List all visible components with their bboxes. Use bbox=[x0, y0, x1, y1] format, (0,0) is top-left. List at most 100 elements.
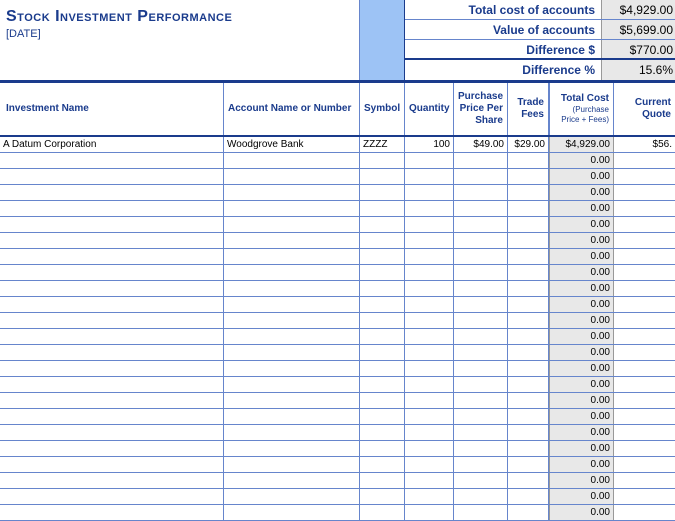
cell-c3[interactable] bbox=[360, 457, 405, 472]
cell-c1[interactable] bbox=[0, 457, 224, 472]
cell-c4[interactable] bbox=[405, 329, 454, 344]
cell-c3[interactable] bbox=[360, 281, 405, 296]
cell-c8[interactable] bbox=[614, 409, 675, 424]
cell-c4[interactable] bbox=[405, 409, 454, 424]
cell-c1[interactable]: A Datum Corporation bbox=[0, 137, 224, 152]
cell-c1[interactable] bbox=[0, 329, 224, 344]
cell-c4[interactable] bbox=[405, 377, 454, 392]
cell-c7[interactable]: 0.00 bbox=[549, 409, 614, 424]
cell-c2[interactable] bbox=[224, 201, 360, 216]
cell-c3[interactable]: ZZZZ bbox=[360, 137, 405, 152]
cell-c1[interactable] bbox=[0, 377, 224, 392]
table-row[interactable]: 0.00 bbox=[0, 185, 675, 201]
cell-c2[interactable] bbox=[224, 185, 360, 200]
cell-c4[interactable] bbox=[405, 201, 454, 216]
cell-c5[interactable] bbox=[454, 425, 508, 440]
table-row[interactable]: 0.00 bbox=[0, 249, 675, 265]
cell-c8[interactable] bbox=[614, 297, 675, 312]
cell-c3[interactable] bbox=[360, 489, 405, 504]
cell-c6[interactable] bbox=[508, 473, 549, 488]
cell-c3[interactable] bbox=[360, 169, 405, 184]
cell-c1[interactable] bbox=[0, 393, 224, 408]
cell-c2[interactable] bbox=[224, 361, 360, 376]
cell-c5[interactable] bbox=[454, 201, 508, 216]
cell-c6[interactable] bbox=[508, 329, 549, 344]
cell-c6[interactable] bbox=[508, 425, 549, 440]
cell-c3[interactable] bbox=[360, 409, 405, 424]
cell-c2[interactable] bbox=[224, 297, 360, 312]
cell-c7[interactable]: 0.00 bbox=[549, 489, 614, 504]
cell-c7[interactable]: 0.00 bbox=[549, 185, 614, 200]
cell-c8[interactable] bbox=[614, 425, 675, 440]
table-row[interactable]: 0.00 bbox=[0, 393, 675, 409]
cell-c8[interactable] bbox=[614, 329, 675, 344]
table-row[interactable]: 0.00 bbox=[0, 345, 675, 361]
cell-c1[interactable] bbox=[0, 473, 224, 488]
cell-c2[interactable] bbox=[224, 169, 360, 184]
cell-c6[interactable] bbox=[508, 505, 549, 520]
cell-c5[interactable] bbox=[454, 393, 508, 408]
cell-c5[interactable] bbox=[454, 441, 508, 456]
cell-c2[interactable] bbox=[224, 473, 360, 488]
cell-c5[interactable] bbox=[454, 153, 508, 168]
cell-c4[interactable] bbox=[405, 489, 454, 504]
cell-c8[interactable] bbox=[614, 153, 675, 168]
cell-c6[interactable] bbox=[508, 201, 549, 216]
cell-c8[interactable] bbox=[614, 169, 675, 184]
cell-c4[interactable] bbox=[405, 249, 454, 264]
cell-c1[interactable] bbox=[0, 345, 224, 360]
cell-c2[interactable] bbox=[224, 425, 360, 440]
cell-c5[interactable] bbox=[454, 473, 508, 488]
cell-c7[interactable]: $4,929.00 bbox=[549, 137, 614, 152]
cell-c4[interactable] bbox=[405, 153, 454, 168]
cell-c3[interactable] bbox=[360, 345, 405, 360]
cell-c3[interactable] bbox=[360, 393, 405, 408]
cell-c1[interactable] bbox=[0, 233, 224, 248]
cell-c7[interactable]: 0.00 bbox=[549, 377, 614, 392]
cell-c2[interactable] bbox=[224, 329, 360, 344]
cell-c4[interactable] bbox=[405, 281, 454, 296]
cell-c8[interactable] bbox=[614, 345, 675, 360]
table-row[interactable]: 0.00 bbox=[0, 169, 675, 185]
cell-c3[interactable] bbox=[360, 201, 405, 216]
cell-c8[interactable] bbox=[614, 377, 675, 392]
cell-c8[interactable]: $56. bbox=[614, 137, 675, 152]
cell-c4[interactable] bbox=[405, 441, 454, 456]
cell-c3[interactable] bbox=[360, 265, 405, 280]
cell-c5[interactable] bbox=[454, 297, 508, 312]
cell-c4[interactable] bbox=[405, 313, 454, 328]
cell-c1[interactable] bbox=[0, 489, 224, 504]
cell-c7[interactable]: 0.00 bbox=[549, 441, 614, 456]
cell-c2[interactable] bbox=[224, 233, 360, 248]
cell-c6[interactable] bbox=[508, 457, 549, 472]
cell-c2[interactable] bbox=[224, 457, 360, 472]
table-row[interactable]: 0.00 bbox=[0, 233, 675, 249]
cell-c6[interactable]: $29.00 bbox=[508, 137, 549, 152]
cell-c2[interactable] bbox=[224, 249, 360, 264]
cell-c6[interactable] bbox=[508, 345, 549, 360]
table-row[interactable]: 0.00 bbox=[0, 313, 675, 329]
cell-c6[interactable] bbox=[508, 153, 549, 168]
cell-c4[interactable] bbox=[405, 473, 454, 488]
cell-c1[interactable] bbox=[0, 185, 224, 200]
cell-c8[interactable] bbox=[614, 473, 675, 488]
cell-c2[interactable] bbox=[224, 265, 360, 280]
cell-c7[interactable]: 0.00 bbox=[549, 457, 614, 472]
table-row[interactable]: 0.00 bbox=[0, 457, 675, 473]
table-row[interactable]: 0.00 bbox=[0, 281, 675, 297]
cell-c7[interactable]: 0.00 bbox=[549, 281, 614, 296]
cell-c3[interactable] bbox=[360, 329, 405, 344]
cell-c3[interactable] bbox=[360, 425, 405, 440]
table-row[interactable]: 0.00 bbox=[0, 361, 675, 377]
cell-c4[interactable] bbox=[405, 217, 454, 232]
cell-c7[interactable]: 0.00 bbox=[549, 473, 614, 488]
cell-c8[interactable] bbox=[614, 249, 675, 264]
cell-c8[interactable] bbox=[614, 281, 675, 296]
cell-c4[interactable] bbox=[405, 457, 454, 472]
cell-c5[interactable] bbox=[454, 505, 508, 520]
cell-c1[interactable] bbox=[0, 297, 224, 312]
table-row[interactable]: 0.00 bbox=[0, 473, 675, 489]
cell-c1[interactable] bbox=[0, 441, 224, 456]
cell-c2[interactable] bbox=[224, 281, 360, 296]
cell-c2[interactable] bbox=[224, 345, 360, 360]
